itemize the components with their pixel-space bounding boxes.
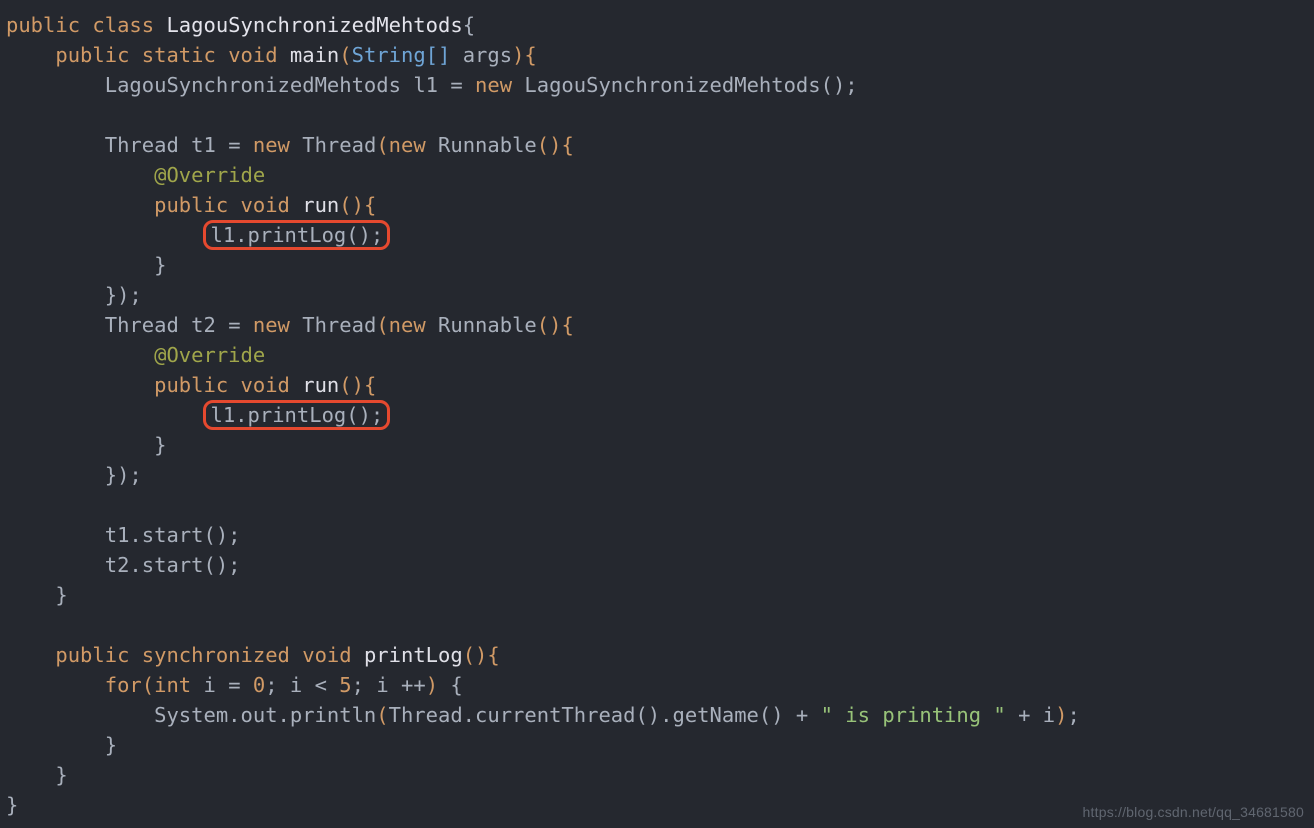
var-t1: t1	[191, 133, 216, 157]
kw-public: public	[55, 643, 129, 667]
main-method: main	[290, 43, 339, 67]
eq: =	[228, 313, 240, 337]
lt: <	[315, 673, 327, 697]
rbrace: }	[6, 793, 18, 817]
rparen: )	[1055, 703, 1067, 727]
lparen: (	[376, 703, 388, 727]
rbrace: }	[154, 433, 166, 457]
t2-start: t2.start();	[105, 553, 241, 577]
plus: +	[1018, 703, 1030, 727]
type-thread: Thread	[105, 313, 179, 337]
kw-new: new	[389, 133, 426, 157]
rbrace: }	[105, 733, 117, 757]
kw-void: void	[302, 643, 351, 667]
rparen-brace2: (){	[537, 133, 574, 157]
call-printlog: l1.printLog();	[210, 223, 383, 247]
rparen-brace2: (){	[537, 313, 574, 337]
lbrace: {	[463, 13, 475, 37]
run-method: run	[302, 193, 339, 217]
kw-new: new	[389, 313, 426, 337]
class-name: LagouSynchronizedMehtods	[166, 13, 462, 37]
semi: ;	[352, 673, 364, 697]
lbrace: {	[450, 673, 462, 697]
type-thread: Thread	[105, 133, 179, 157]
code-block: public class LagouSynchronizedMehtods{ p…	[0, 0, 1314, 820]
kw-class: class	[92, 13, 154, 37]
kw-new: new	[253, 313, 290, 337]
ctor: LagouSynchronizedMehtods	[524, 73, 820, 97]
var-i: i	[204, 673, 216, 697]
sysout: System.out.println	[154, 703, 376, 727]
ipp: i ++	[376, 673, 425, 697]
highlight-box-2: l1.printLog();	[203, 400, 390, 430]
lparen: (	[376, 313, 388, 337]
eq: =	[450, 73, 462, 97]
eq: =	[228, 133, 240, 157]
rparen-brace: ){	[512, 43, 537, 67]
kw-public: public	[55, 43, 129, 67]
kw-new: new	[475, 73, 512, 97]
semi: ;	[265, 673, 277, 697]
kw-static: static	[142, 43, 216, 67]
watermark: https://blog.csdn.net/qq_34681580	[1083, 804, 1304, 820]
kw-public: public	[154, 193, 228, 217]
thread-call: Thread.currentThread().getName()	[389, 703, 784, 727]
printlog-method: printLog	[364, 643, 463, 667]
num-5: 5	[339, 673, 351, 697]
kw-public: public	[6, 13, 80, 37]
thread-ctor: Thread	[302, 133, 376, 157]
rbrace-paren-semi: });	[105, 283, 142, 307]
kw-synchronized: synchronized	[142, 643, 290, 667]
kw-void: void	[228, 43, 277, 67]
call-printlog: l1.printLog();	[210, 403, 383, 427]
eq: =	[228, 673, 240, 697]
semi: ;	[1067, 703, 1079, 727]
override-annotation: @Override	[154, 163, 265, 187]
override-annotation: @Override	[154, 343, 265, 367]
paren-brace: (){	[463, 643, 500, 667]
t1-start: t1.start();	[105, 523, 241, 547]
paren-semi: ();	[821, 73, 858, 97]
lparen: (	[376, 133, 388, 157]
run-method: run	[302, 373, 339, 397]
plus: +	[796, 703, 808, 727]
thread-ctor: Thread	[302, 313, 376, 337]
rbrace: }	[154, 253, 166, 277]
paren-brace: (){	[339, 193, 376, 217]
rbrace: }	[55, 763, 67, 787]
kw-for: for	[105, 673, 142, 697]
rparen: )	[426, 673, 438, 697]
kw-void: void	[241, 193, 290, 217]
runnable: Runnable	[438, 313, 537, 337]
var-l1: l1	[413, 73, 438, 97]
param-args: args	[463, 43, 512, 67]
type-string: String[]	[352, 43, 451, 67]
kw-new: new	[253, 133, 290, 157]
kw-int: int	[154, 673, 191, 697]
var-i: i	[290, 673, 302, 697]
paren-brace: (){	[339, 373, 376, 397]
lparen: (	[339, 43, 351, 67]
lparen: (	[142, 673, 154, 697]
str-isprinting: " is printing "	[821, 703, 1006, 727]
rbrace: }	[55, 583, 67, 607]
var-i: i	[1043, 703, 1055, 727]
runnable: Runnable	[438, 133, 537, 157]
highlight-box-1: l1.printLog();	[203, 220, 390, 250]
var-t2: t2	[191, 313, 216, 337]
rbrace-paren-semi: });	[105, 463, 142, 487]
kw-void: void	[241, 373, 290, 397]
num-0: 0	[253, 673, 265, 697]
type-local: LagouSynchronizedMehtods	[105, 73, 401, 97]
kw-public: public	[154, 373, 228, 397]
